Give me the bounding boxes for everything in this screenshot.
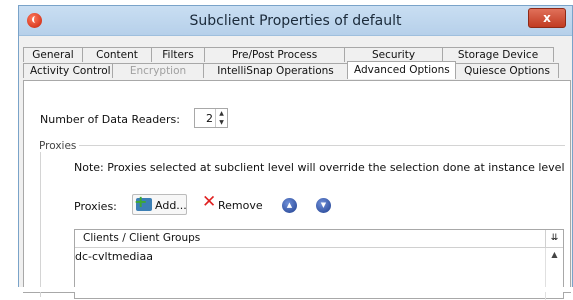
- tab-advanced-options[interactable]: Advanced Options: [347, 61, 456, 79]
- spinner-arrows[interactable]: ▲ ▼: [215, 109, 227, 127]
- title-bar: Subclient Properties of default x: [19, 6, 572, 36]
- spin-up-icon[interactable]: ▲: [216, 109, 227, 118]
- tab-row-top: General Content Filters Pre/Post Process…: [23, 47, 554, 62]
- tab-pre-post-process[interactable]: Pre/Post Process: [204, 47, 345, 62]
- list-header: Clients / Client Groups ⇊: [75, 230, 563, 248]
- tab-row-bottom: Activity Control Encryption IntelliSnap …: [23, 61, 559, 79]
- data-readers-label: Number of Data Readers:: [40, 113, 180, 126]
- list-item[interactable]: dc-cvltmediaa: [75, 250, 153, 263]
- add-proxy-button[interactable]: Add...: [132, 192, 187, 215]
- tab-quiesce-options[interactable]: Quiesce Options: [455, 63, 559, 78]
- proxies-label: Proxies:: [74, 200, 117, 213]
- tab-filters[interactable]: Filters: [151, 47, 205, 62]
- add-icon: [134, 192, 152, 211]
- proxies-group-label: Proxies: [36, 140, 80, 152]
- tab-general[interactable]: General: [23, 47, 83, 62]
- tab-content[interactable]: Content: [82, 47, 152, 62]
- remove-proxy-button[interactable]: Remove: [218, 199, 263, 212]
- tab-storage-device[interactable]: Storage Device: [442, 47, 554, 62]
- column-chooser-icon[interactable]: ⇊: [545, 230, 563, 247]
- window-title: Subclient Properties of default: [189, 13, 402, 29]
- dialog-window: Subclient Properties of default x Genera…: [18, 5, 573, 300]
- remove-x-icon[interactable]: ✕: [202, 192, 216, 212]
- tab-activity-control[interactable]: Activity Control: [23, 63, 113, 78]
- data-readers-spinner[interactable]: 2 ▲ ▼: [194, 108, 228, 128]
- close-button[interactable]: x: [528, 8, 566, 28]
- tab-intellisnap-operations[interactable]: IntelliSnap Operations: [203, 63, 348, 78]
- proxies-note: Note: Proxies selected at subclient leve…: [74, 161, 565, 174]
- scroll-up-icon[interactable]: ▲: [546, 248, 563, 262]
- screen-bottom-edge: [0, 287, 573, 292]
- spin-down-icon[interactable]: ▼: [216, 118, 227, 127]
- data-readers-value[interactable]: 2: [206, 112, 213, 125]
- tab-security[interactable]: Security: [344, 47, 443, 62]
- move-up-icon[interactable]: ▲: [282, 198, 297, 213]
- move-down-icon[interactable]: ▼: [316, 198, 331, 213]
- list-header-label: Clients / Client Groups: [83, 232, 201, 244]
- list-scrollbar[interactable]: ▲: [545, 248, 563, 300]
- add-label: Add...: [155, 199, 187, 212]
- advanced-options-panel: Number of Data Readers: 2 ▲ ▼ Proxies No…: [23, 80, 571, 300]
- tab-encryption: Encryption: [112, 63, 204, 78]
